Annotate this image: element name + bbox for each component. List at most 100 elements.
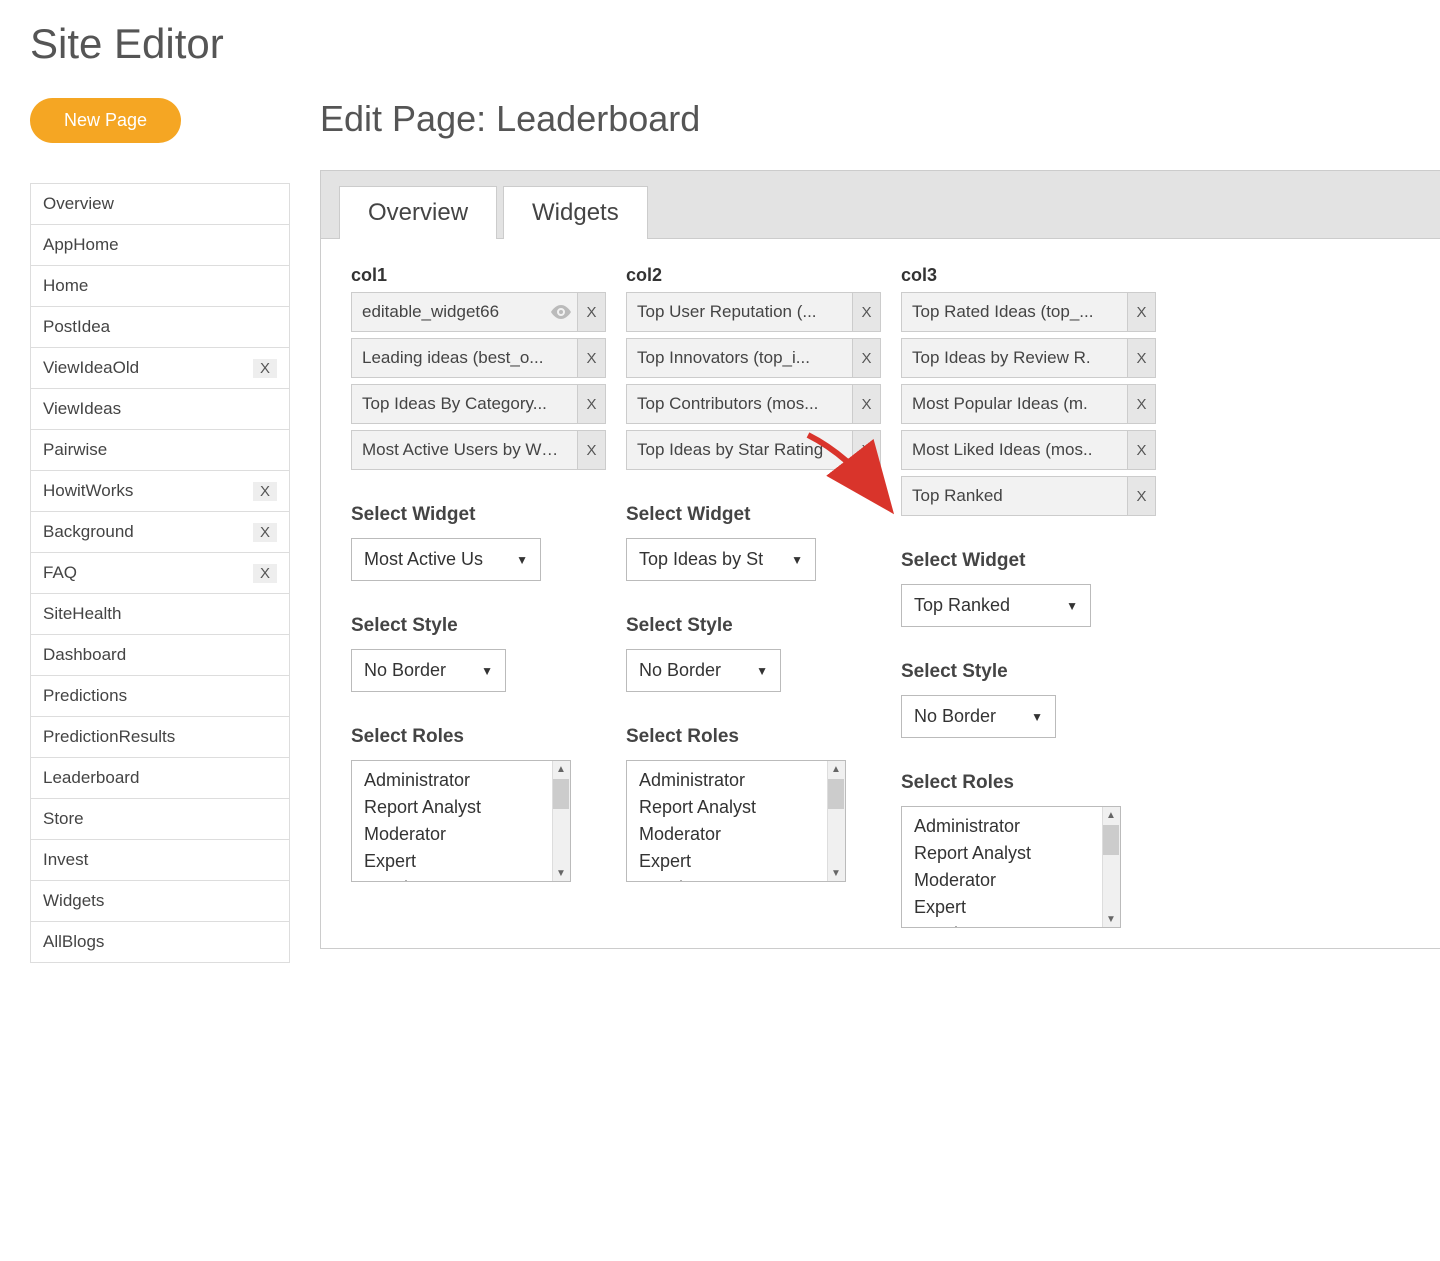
scrollbar[interactable]: ▲▼: [827, 761, 845, 881]
close-icon[interactable]: X: [1127, 339, 1155, 377]
role-option[interactable]: Moderator: [639, 821, 845, 848]
widget-item[interactable]: Top Ideas By Category...X: [351, 384, 606, 424]
tab-overview[interactable]: Overview: [339, 186, 497, 239]
close-icon[interactable]: X: [253, 359, 277, 378]
close-icon[interactable]: X: [1127, 385, 1155, 423]
close-icon[interactable]: X: [852, 293, 880, 331]
roles-listbox[interactable]: AdministratorReport AnalystModeratorExpe…: [351, 760, 571, 882]
widget-item[interactable]: Most Active Users by WeekX: [351, 430, 606, 470]
select-style-dropdown[interactable]: No Border▼: [901, 695, 1056, 738]
select-widget-dropdown[interactable]: Top Ideas by St▼: [626, 538, 816, 581]
scroll-down-icon[interactable]: ▼: [552, 865, 570, 881]
close-icon[interactable]: X: [253, 564, 277, 583]
select-widget-dropdown[interactable]: Top Ranked▼: [901, 584, 1091, 627]
close-icon[interactable]: X: [577, 385, 605, 423]
scrollbar[interactable]: ▲▼: [1102, 807, 1120, 927]
scroll-down-icon[interactable]: ▼: [1102, 911, 1120, 927]
sidebar-item-apphome[interactable]: AppHome: [31, 225, 289, 266]
select-style-dropdown[interactable]: No Border▼: [626, 649, 781, 692]
sidebar-item-leaderboard[interactable]: Leaderboard: [31, 758, 289, 799]
scroll-up-icon[interactable]: ▲: [552, 761, 570, 777]
close-icon[interactable]: X: [1127, 431, 1155, 469]
close-icon[interactable]: X: [577, 431, 605, 469]
widget-item[interactable]: Top Contributors (mos...X: [626, 384, 881, 424]
sidebar-item-background[interactable]: BackgroundX: [31, 512, 289, 553]
close-icon[interactable]: X: [1127, 477, 1155, 515]
scroll-down-icon[interactable]: ▼: [827, 865, 845, 881]
widget-item[interactable]: Top Innovators (top_i...X: [626, 338, 881, 378]
close-icon[interactable]: X: [253, 482, 277, 501]
sidebar-item-pairwise[interactable]: Pairwise: [31, 430, 289, 471]
sidebar-item-label: Leaderboard: [43, 768, 139, 788]
role-option[interactable]: Report Analyst: [639, 794, 845, 821]
sidebar-item-viewideaold[interactable]: ViewIdeaOldX: [31, 348, 289, 389]
widget-item[interactable]: Most Liked Ideas (mos..X: [901, 430, 1156, 470]
scroll-up-icon[interactable]: ▲: [1102, 807, 1120, 823]
select-value: Most Active Us: [364, 549, 483, 570]
scrollbar[interactable]: ▲▼: [552, 761, 570, 881]
widget-item[interactable]: Top Rated Ideas (top_...X: [901, 292, 1156, 332]
scroll-up-icon[interactable]: ▲: [827, 761, 845, 777]
sidebar-item-viewideas[interactable]: ViewIdeas: [31, 389, 289, 430]
sidebar-item-faq[interactable]: FAQX: [31, 553, 289, 594]
column-header: col2: [626, 265, 881, 286]
roles-listbox[interactable]: AdministratorReport AnalystModeratorExpe…: [626, 760, 846, 882]
role-option[interactable]: Member: [364, 875, 570, 882]
role-option[interactable]: Administrator: [639, 767, 845, 794]
role-option[interactable]: Expert: [364, 848, 570, 875]
role-option[interactable]: Administrator: [364, 767, 570, 794]
scroll-thumb[interactable]: [553, 779, 569, 809]
close-icon[interactable]: X: [852, 385, 880, 423]
sidebar-item-howitworks[interactable]: HowitWorksX: [31, 471, 289, 512]
widget-item[interactable]: Top Ideas by Star RatingX: [626, 430, 881, 470]
sidebar-item-predictions[interactable]: Predictions: [31, 676, 289, 717]
sidebar-item-label: Pairwise: [43, 440, 107, 460]
widget-item[interactable]: Most Popular Ideas (m.X: [901, 384, 1156, 424]
widget-item[interactable]: Leading ideas (best_o...X: [351, 338, 606, 378]
close-icon[interactable]: X: [577, 339, 605, 377]
widget-item[interactable]: Top Ideas by Review R.X: [901, 338, 1156, 378]
sidebar-item-overview[interactable]: Overview: [31, 184, 289, 225]
new-page-button[interactable]: New Page: [30, 98, 181, 143]
sidebar-item-allblogs[interactable]: AllBlogs: [31, 922, 289, 963]
close-icon[interactable]: X: [852, 339, 880, 377]
widget-label: Most Popular Ideas (m.: [902, 394, 1127, 414]
widget-item[interactable]: Top User Reputation (...X: [626, 292, 881, 332]
role-option[interactable]: Expert: [914, 894, 1120, 921]
role-option[interactable]: Report Analyst: [914, 840, 1120, 867]
role-option[interactable]: Expert: [639, 848, 845, 875]
sidebar-item-postidea[interactable]: PostIdea: [31, 307, 289, 348]
role-option[interactable]: Administrator: [914, 813, 1120, 840]
widget-item[interactable]: Top RankedX: [901, 476, 1156, 516]
role-option[interactable]: Moderator: [364, 821, 570, 848]
tab-widgets[interactable]: Widgets: [503, 186, 648, 239]
close-icon[interactable]: X: [577, 293, 605, 331]
select-roles-label: Select Roles: [351, 726, 606, 748]
close-icon[interactable]: X: [253, 523, 277, 542]
sidebar-item-invest[interactable]: Invest: [31, 840, 289, 881]
sidebar-item-home[interactable]: Home: [31, 266, 289, 307]
scroll-thumb[interactable]: [1103, 825, 1119, 855]
sidebar-item-predictionresults[interactable]: PredictionResults: [31, 717, 289, 758]
sidebar-item-label: AppHome: [43, 235, 119, 255]
column-header: col1: [351, 265, 606, 286]
nav-list: Overview AppHome HomePostIdeaViewIdeaOldXV…: [30, 183, 290, 963]
widget-item[interactable]: editable_widget66X: [351, 292, 606, 332]
role-option[interactable]: Moderator: [914, 867, 1120, 894]
role-option[interactable]: Member: [914, 921, 1120, 928]
roles-listbox[interactable]: AdministratorReport AnalystModeratorExpe…: [901, 806, 1121, 928]
scroll-thumb[interactable]: [828, 779, 844, 809]
sidebar-item-dashboard[interactable]: Dashboard: [31, 635, 289, 676]
sidebar-item-label: Invest: [43, 850, 88, 870]
close-icon[interactable]: X: [852, 431, 880, 469]
sidebar-item-store[interactable]: Store: [31, 799, 289, 840]
sidebar-item-widgets[interactable]: Widgets: [31, 881, 289, 922]
sidebar-item-sitehealth[interactable]: SiteHealth: [31, 594, 289, 635]
close-icon[interactable]: X: [1127, 293, 1155, 331]
chevron-down-icon: ▼: [1031, 710, 1043, 724]
role-option[interactable]: Report Analyst: [364, 794, 570, 821]
select-style-dropdown[interactable]: No Border▼: [351, 649, 506, 692]
eye-icon[interactable]: [549, 305, 573, 319]
role-option[interactable]: Member: [639, 875, 845, 882]
select-widget-dropdown[interactable]: Most Active Us▼: [351, 538, 541, 581]
